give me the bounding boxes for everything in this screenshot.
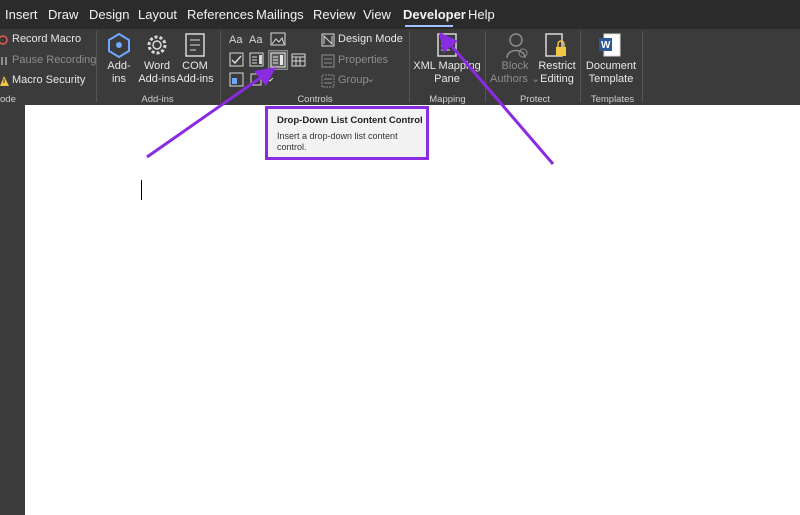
- annotation-arrow-to-developer-tab: [439, 32, 555, 165]
- annotation-arrow-to-dropdown: [146, 67, 276, 159]
- annotation-arrows: [146, 32, 555, 165]
